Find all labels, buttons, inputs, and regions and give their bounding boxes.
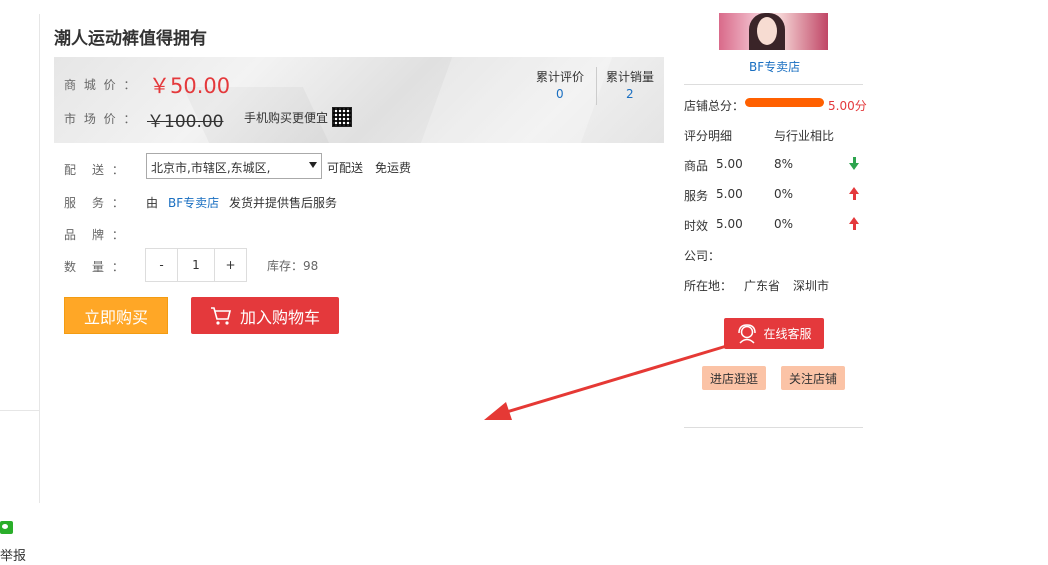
annotation-arrow [484, 343, 731, 420]
